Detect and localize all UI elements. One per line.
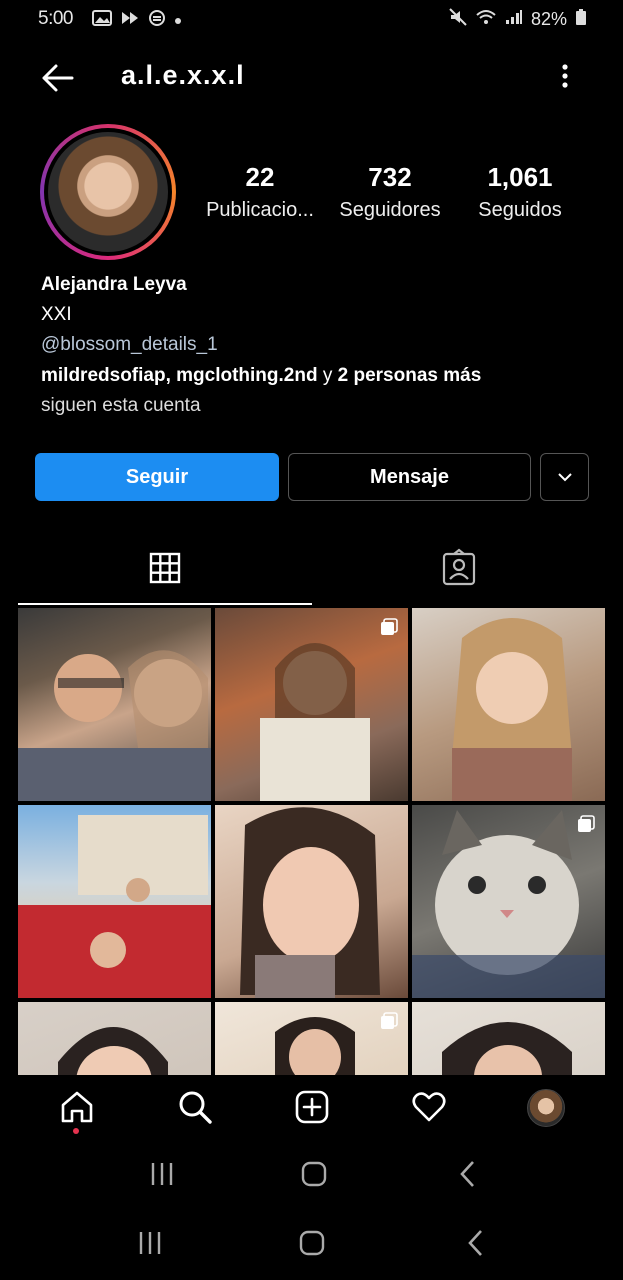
message-button[interactable]: Mensaje — [288, 453, 531, 501]
status-bar: 5:00 82% — [0, 0, 623, 40]
following-count[interactable]: 1,061 Seguidos — [455, 162, 585, 222]
new-post-icon — [295, 1090, 329, 1124]
post-image — [442, 1022, 572, 1075]
post-thumbnail[interactable] — [18, 805, 211, 998]
posts-count-value: 22 — [245, 162, 275, 192]
post-thumbnail[interactable] — [412, 608, 605, 801]
avatar — [48, 132, 168, 252]
followed-by[interactable]: mildredsofiap, mgclothing.2nd y 2 person… — [41, 365, 481, 387]
following-count-value: 1,061 — [487, 162, 553, 192]
wifi-icon — [475, 8, 497, 31]
post-thumbnail[interactable] — [215, 1002, 408, 1075]
active-tab-indicator — [18, 603, 312, 605]
posts-count[interactable]: 22 Publicacio... — [195, 162, 325, 222]
media-icon — [120, 10, 140, 31]
home-icon — [61, 1091, 93, 1123]
multiple-photos-icon — [578, 815, 595, 832]
post-image — [452, 618, 572, 801]
signal-icon — [505, 9, 523, 30]
search-icon — [179, 1091, 212, 1124]
home-circle-icon — [299, 1230, 325, 1256]
post-thumbnail[interactable] — [215, 608, 408, 801]
heart-icon — [412, 1092, 446, 1122]
nav-home[interactable] — [58, 1088, 96, 1126]
mute-icon — [449, 8, 467, 31]
recent-apps-icon — [139, 1232, 161, 1254]
multiple-photos-icon — [381, 1012, 398, 1029]
suggested-accounts-button[interactable] — [540, 453, 589, 501]
profile-category: XXI — [41, 304, 72, 325]
back-system-button[interactable] — [448, 1154, 488, 1194]
status-time: 5:00 — [38, 8, 73, 29]
battery-icon — [575, 8, 587, 31]
post-thumbnail[interactable] — [412, 805, 605, 998]
recent-apps-button[interactable] — [142, 1154, 182, 1194]
posts-grid — [18, 608, 605, 1075]
nav-new-post[interactable] — [293, 1088, 331, 1126]
post-image — [240, 807, 380, 998]
profile-mention-link[interactable]: @blossom_details_1 — [41, 334, 218, 356]
posts-count-label: Publicacio... — [206, 199, 314, 221]
post-image — [18, 815, 211, 998]
back-button[interactable] — [38, 58, 78, 98]
post-thumbnail[interactable] — [18, 608, 211, 801]
nav-activity[interactable] — [410, 1088, 448, 1126]
notification-dot — [73, 1128, 79, 1134]
back-system-button[interactable] — [456, 1223, 496, 1263]
gallery-icon — [92, 10, 112, 31]
post-thumbnail[interactable] — [18, 1002, 211, 1075]
chevron-left-icon — [460, 1161, 474, 1187]
nav-search[interactable] — [176, 1088, 214, 1126]
following-count-label: Seguidos — [478, 199, 562, 221]
more-vertical-icon — [562, 64, 568, 88]
tab-tagged[interactable] — [439, 548, 479, 588]
more-notifications-dot-icon — [174, 12, 182, 30]
grid-icon — [149, 552, 181, 584]
post-image — [260, 643, 370, 801]
follow-button[interactable]: Seguir — [35, 453, 279, 501]
followed-by-suffix: siguen esta cuenta — [41, 395, 201, 416]
nav-profile-avatar[interactable] — [527, 1089, 565, 1127]
tab-posts-grid[interactable] — [145, 548, 185, 588]
followed-by-more: 2 personas más — [337, 365, 482, 386]
recent-apps-button[interactable] — [130, 1223, 170, 1263]
profile-full-name: Alejandra Leyva — [41, 274, 187, 295]
arrow-left-icon — [42, 64, 74, 92]
status-right: 82% — [449, 8, 587, 31]
followers-count[interactable]: 732 Seguidores — [325, 162, 455, 222]
status-notification-icons — [92, 9, 182, 32]
home-system-button[interactable] — [292, 1223, 332, 1263]
post-image — [412, 810, 605, 998]
chevron-left-icon — [468, 1230, 482, 1256]
recent-apps-icon — [151, 1163, 173, 1185]
followed-by-and: y — [317, 365, 338, 386]
post-image — [18, 650, 211, 801]
followers-count-value: 732 — [368, 162, 412, 192]
app-icon — [148, 9, 166, 32]
post-thumbnail[interactable] — [412, 1002, 605, 1075]
battery-level: 82% — [530, 9, 567, 29]
followers-count-label: Seguidores — [339, 199, 441, 221]
post-thumbnail[interactable] — [215, 805, 408, 998]
more-options-button[interactable] — [553, 62, 577, 90]
chevron-down-icon — [557, 473, 572, 482]
home-circle-icon — [301, 1161, 327, 1187]
profile-username: a.l.e.x.x.l — [121, 60, 245, 90]
home-system-button[interactable] — [294, 1154, 334, 1194]
multiple-photos-icon — [381, 618, 398, 635]
followed-by-names: mildredsofiap, mgclothing.2nd — [41, 365, 318, 386]
profile-avatar-story-ring[interactable] — [40, 124, 176, 260]
tagged-user-icon — [442, 548, 476, 586]
post-image — [58, 1027, 168, 1075]
